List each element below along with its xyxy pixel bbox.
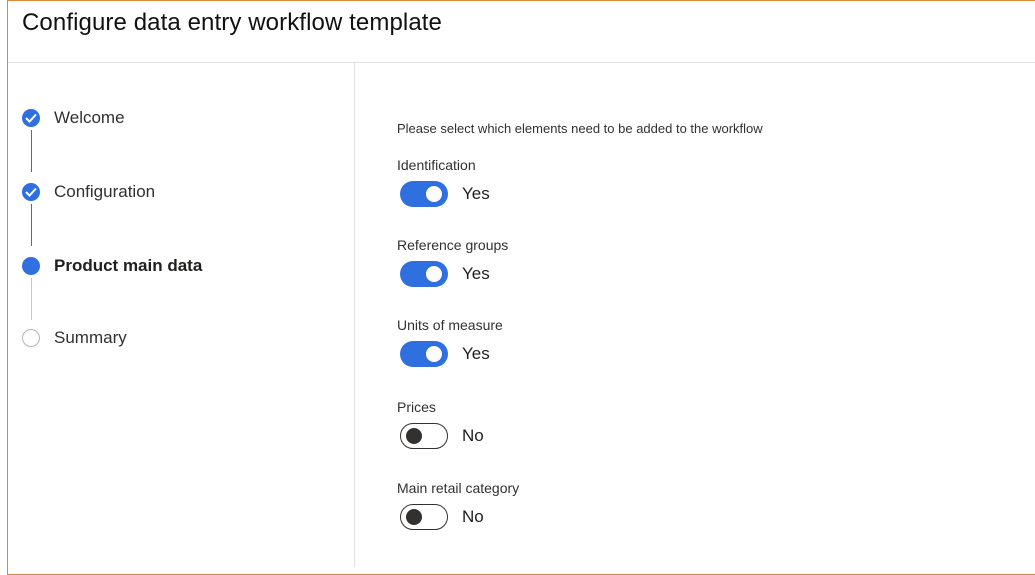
toggle-knob [406,427,422,444]
step-connector [31,204,32,246]
toggle-knob [406,508,422,525]
field-label: Prices [397,399,436,415]
empty-circle-icon [22,329,40,347]
instruction-text: Please select which elements need to be … [397,121,763,136]
current-step-dot-icon [22,257,40,275]
reference-groups-toggle[interactable] [400,261,448,287]
step-connector [31,130,32,172]
identification-toggle[interactable] [400,181,448,207]
prices-toggle[interactable] [400,423,448,449]
toggle-state-label: Yes [462,184,490,203]
toggle-knob [426,266,442,282]
check-circle-icon [22,109,40,127]
toggle-state-label: Yes [462,344,490,363]
check-circle-icon [22,183,40,201]
step-label: Product main data [54,256,203,275]
field-label: Main retail category [397,480,520,496]
toggle-knob [426,346,442,362]
title-divider [8,62,1035,63]
field-label: Reference groups [397,237,509,253]
steps-divider [354,63,355,567]
page-title: Configure data entry workflow template [22,9,443,36]
step-label: Welcome [54,108,125,127]
dialog-frame [7,0,1035,575]
toggle-knob [426,186,442,202]
field-label: Identification [397,157,476,173]
field-label: Units of measure [397,317,503,333]
step-label: Summary [54,328,127,347]
step-label: Configuration [54,182,156,201]
units-of-measure-toggle[interactable] [400,341,448,367]
step-connector [31,278,32,320]
toggle-state-label: Yes [462,264,490,283]
toggle-state-label: No [462,507,484,526]
main-retail-category-toggle[interactable] [400,504,448,530]
toggle-state-label: No [462,426,484,445]
